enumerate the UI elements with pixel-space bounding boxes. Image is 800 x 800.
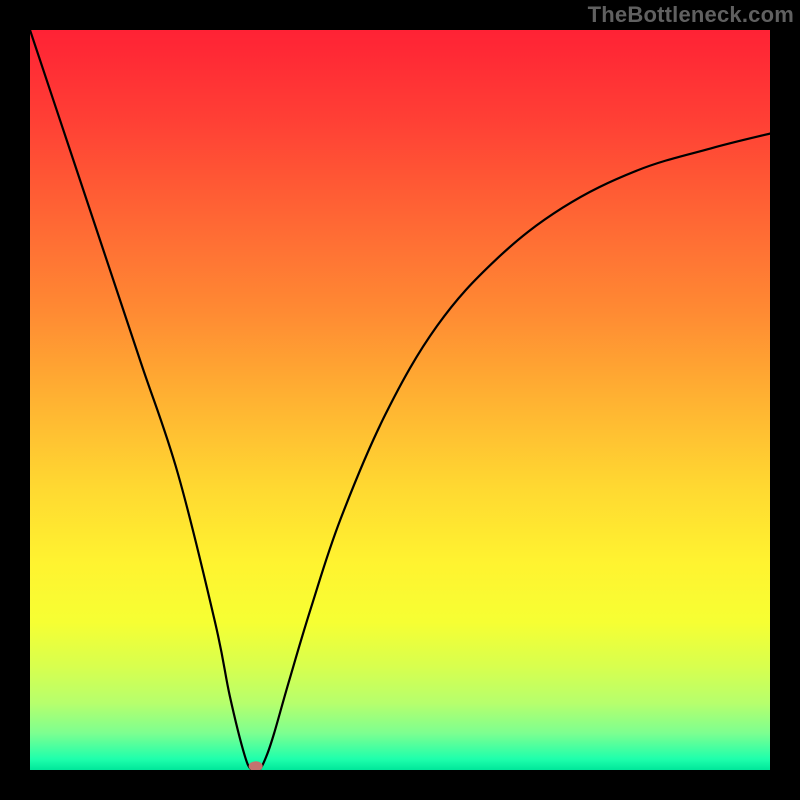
watermark-text: TheBottleneck.com — [588, 2, 794, 28]
plot-area — [30, 30, 770, 770]
chart-svg — [30, 30, 770, 770]
gradient-background — [30, 30, 770, 770]
chart-frame: TheBottleneck.com — [0, 0, 800, 800]
